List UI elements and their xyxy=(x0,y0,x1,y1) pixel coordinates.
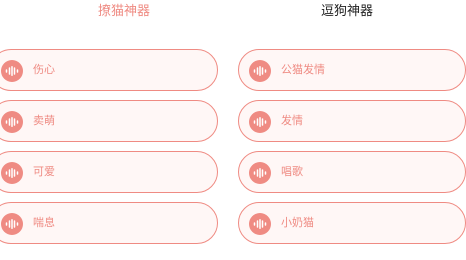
sound-wave-icon xyxy=(249,162,271,184)
sound-wave-icon xyxy=(249,111,271,133)
sound-button[interactable]: 唱歌 xyxy=(238,151,466,193)
sound-label: 公猫发情 xyxy=(281,63,325,76)
sound-label: 卖萌 xyxy=(33,114,55,127)
sound-button[interactable]: 小奶猫 xyxy=(238,202,466,244)
sound-wave-icon xyxy=(1,111,23,133)
sound-wave-icon xyxy=(249,60,271,82)
sound-button[interactable]: 公猫发情 xyxy=(238,49,466,91)
sound-label: 唱歌 xyxy=(281,165,303,178)
sound-button[interactable]: 可爱 xyxy=(0,151,218,193)
sound-label: 可爱 xyxy=(33,165,55,178)
sound-label: 伤心 xyxy=(33,63,55,76)
sound-list-right: 公猫发情 发情 唱歌 小奶猫 xyxy=(238,49,466,253)
tab-bar: 撩猫神器 逗狗神器 xyxy=(0,0,466,26)
tab-cat-tools[interactable]: 撩猫神器 xyxy=(98,4,150,20)
sound-button[interactable]: 伤心 xyxy=(0,49,218,91)
sound-wave-icon xyxy=(1,60,23,82)
sound-button[interactable]: 喘息 xyxy=(0,202,218,244)
sound-wave-icon xyxy=(249,213,271,235)
sound-wave-icon xyxy=(1,213,23,235)
sound-label: 发情 xyxy=(281,114,303,127)
sound-label: 喘息 xyxy=(33,216,55,229)
sound-button[interactable]: 发情 xyxy=(238,100,466,142)
tab-dog-tools[interactable]: 逗狗神器 xyxy=(321,4,373,20)
sound-wave-icon xyxy=(1,162,23,184)
sound-label: 小奶猫 xyxy=(281,216,314,229)
sound-list-left: 伤心 卖萌 可爱 喘息 xyxy=(0,49,218,253)
sound-button[interactable]: 卖萌 xyxy=(0,100,218,142)
